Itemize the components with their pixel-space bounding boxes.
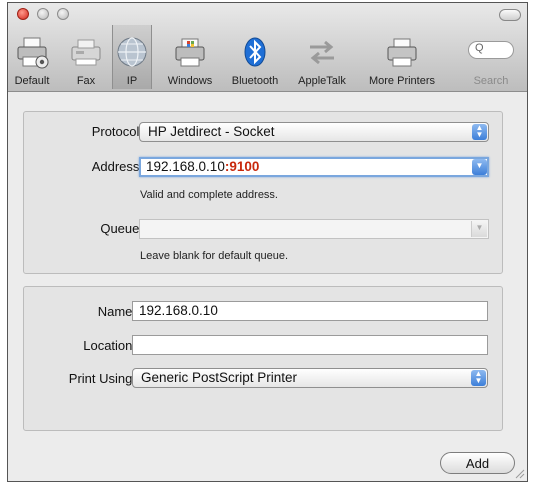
queue-hint: Leave blank for default queue. xyxy=(140,250,289,262)
add-printer-window: Default Fax IP Windows Bluetooth AppleTa… xyxy=(7,2,528,482)
name-label: Name: xyxy=(97,304,136,319)
toolbar-bluetooth[interactable]: Bluetooth xyxy=(225,25,285,89)
fax-icon xyxy=(71,39,101,66)
toolbar-more-printers-label: More Printers xyxy=(368,75,436,87)
toolbar-bluetooth-label: Bluetooth xyxy=(231,75,279,87)
toolbar-windows-label: Windows xyxy=(167,75,213,87)
zoom-window-button[interactable] xyxy=(57,8,69,20)
minimize-window-button[interactable] xyxy=(37,8,49,20)
search-icon: Q xyxy=(475,42,484,54)
toolbar-fax-label: Fax xyxy=(76,75,96,87)
bluetooth-icon xyxy=(244,37,266,67)
search-input[interactable]: Q xyxy=(468,41,514,59)
toolbar-default[interactable]: Default xyxy=(10,25,54,89)
toolbar-ip-label: IP xyxy=(126,75,138,87)
resize-grip-icon[interactable] xyxy=(513,467,525,479)
location-field[interactable] xyxy=(132,335,488,355)
print-using-popup[interactable]: Generic PostScript Printer ▲ ▼ xyxy=(132,368,488,388)
protocol-popup-arrows-icon: ▲ ▼ xyxy=(472,124,487,140)
windows-printer-icon xyxy=(175,38,205,67)
toolbar-appletalk[interactable]: AppleTalk xyxy=(289,25,355,89)
address-port: :9100 xyxy=(224,159,260,174)
queue-field[interactable]: ▼ xyxy=(139,219,489,239)
queue-label: Queue: xyxy=(100,221,143,236)
ip-globe-icon xyxy=(117,37,147,67)
toolbar-appletalk-label: AppleTalk xyxy=(298,75,346,87)
toolbar-ip[interactable]: IP xyxy=(112,25,152,89)
toolbar-windows[interactable]: Windows xyxy=(161,25,219,89)
protocol-label: Protocol: xyxy=(91,124,143,139)
address-field[interactable]: 192.168.0.10:9100 ▼ xyxy=(139,157,489,177)
name-value: 192.168.0.10 xyxy=(139,303,218,318)
toolbar-search: Q Search xyxy=(460,25,522,89)
print-using-value: Generic PostScript Printer xyxy=(141,370,298,385)
queue-dropdown-icon[interactable]: ▼ xyxy=(471,221,487,237)
connection-group: Protocol: HP Jetdirect - Socket ▲ ▼ Addre… xyxy=(23,111,503,274)
address-label: Address: xyxy=(91,159,143,174)
more-printers-icon xyxy=(387,38,417,67)
toolbar-toggle-button[interactable] xyxy=(499,9,521,21)
close-window-button[interactable] xyxy=(17,8,29,20)
location-label: Location: xyxy=(83,338,136,353)
toolbar: Default Fax IP Windows Bluetooth AppleTa… xyxy=(8,3,527,92)
toolbar-search-label: Search xyxy=(473,75,509,87)
appletalk-arrows-icon xyxy=(310,40,334,65)
printer-info-group: Name: 192.168.0.10 Location: Print Using… xyxy=(23,286,503,431)
add-button[interactable]: Add xyxy=(440,452,515,474)
protocol-value: HP Jetdirect - Socket xyxy=(148,124,275,139)
toolbar-fax[interactable]: Fax xyxy=(66,25,106,89)
toolbar-more-printers[interactable]: More Printers xyxy=(362,25,442,89)
address-host: 192.168.0.10 xyxy=(146,159,225,174)
address-hint: Valid and complete address. xyxy=(140,189,278,201)
address-dropdown-icon[interactable]: ▼ xyxy=(472,159,487,175)
print-using-label: Print Using: xyxy=(68,371,136,386)
toolbar-default-label: Default xyxy=(14,75,50,87)
protocol-popup[interactable]: HP Jetdirect - Socket ▲ ▼ xyxy=(139,122,489,142)
print-using-arrows-icon: ▲ ▼ xyxy=(471,370,486,386)
name-field[interactable]: 192.168.0.10 xyxy=(132,301,488,321)
default-printer-icon xyxy=(17,37,49,69)
